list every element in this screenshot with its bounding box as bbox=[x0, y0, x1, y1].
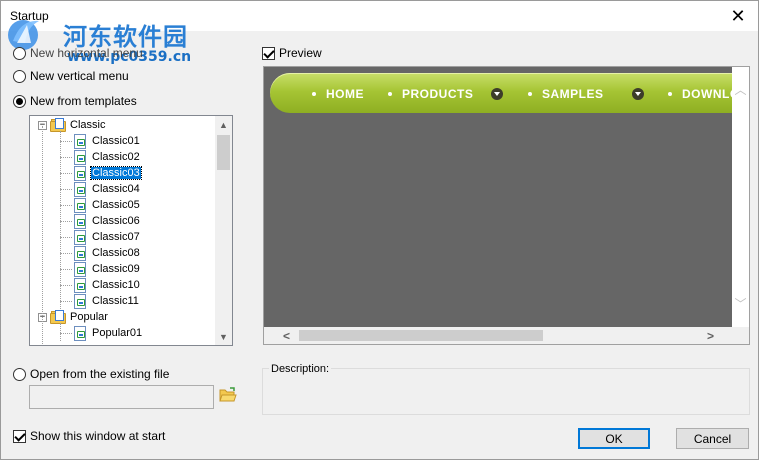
tree-item[interactable]: Classic09 bbox=[74, 261, 141, 277]
scroll-up-icon[interactable]: ︿ bbox=[732, 81, 749, 98]
scrollbar-corner bbox=[734, 327, 749, 344]
template-file-icon bbox=[74, 149, 86, 165]
preview-menu-label: DOWNLO bbox=[682, 87, 734, 101]
radio-open-existing-label: Open from the existing file bbox=[30, 367, 170, 381]
tree-item[interactable]: Classic06 bbox=[74, 213, 141, 229]
template-file-icon bbox=[74, 277, 86, 293]
tree-vertical-scrollbar[interactable]: ▲ ▼ bbox=[215, 116, 232, 345]
tree-item-label: Classic06 bbox=[92, 215, 140, 227]
show-window-label: Show this window at start bbox=[30, 429, 166, 443]
template-file-icon bbox=[74, 229, 86, 245]
preview-menu-label: PRODUCTS bbox=[402, 87, 474, 101]
radio-new-horizontal-label: New horizontal menu bbox=[30, 46, 143, 60]
radio-indicator[interactable] bbox=[13, 69, 26, 83]
tree-item[interactable]: Classic05 bbox=[74, 197, 141, 213]
template-file-icon bbox=[74, 197, 86, 213]
radio-indicator[interactable] bbox=[13, 46, 26, 60]
template-file-icon bbox=[74, 245, 86, 261]
template-file-icon bbox=[74, 165, 86, 181]
show-window-at-start[interactable]: Show this window at start bbox=[13, 428, 165, 444]
scrollbar-thumb[interactable] bbox=[217, 135, 230, 170]
chevron-down-icon bbox=[491, 88, 504, 100]
ok-button[interactable]: OK bbox=[578, 428, 650, 449]
tree-item[interactable]: Classic03 bbox=[74, 165, 142, 181]
tree-item-label: Classic05 bbox=[92, 199, 140, 211]
scroll-up-icon[interactable]: ▲ bbox=[215, 116, 232, 133]
scroll-down-icon[interactable]: ▼ bbox=[215, 328, 232, 345]
tree-item-label: Classic11 bbox=[92, 295, 139, 307]
description-label: Description: bbox=[269, 363, 332, 375]
tree-item-label: Classic02 bbox=[92, 151, 140, 163]
preview-menu-label: HOME bbox=[326, 87, 364, 101]
scroll-down-icon[interactable]: ﹀ bbox=[732, 295, 749, 312]
folder-icon bbox=[50, 310, 66, 324]
radio-new-vertical-label: New vertical menu bbox=[30, 69, 129, 83]
scroll-left-icon[interactable]: < bbox=[278, 327, 295, 344]
preview-menu-item-samples[interactable]: SAMPLES bbox=[528, 87, 644, 101]
preview-label: Preview bbox=[279, 46, 322, 60]
preview-horizontal-scrollbar[interactable]: < > bbox=[264, 327, 734, 344]
cancel-button[interactable]: Cancel bbox=[676, 428, 749, 449]
preview-toggle[interactable]: Preview bbox=[262, 45, 322, 61]
preview-canvas: HOME PRODUCTS SAMPLES DOWNLO bbox=[264, 67, 734, 327]
tree-item-label: Classic09 bbox=[92, 263, 140, 275]
tree-item-label: Classic01 bbox=[92, 135, 140, 147]
tree-group-label: Classic bbox=[70, 119, 106, 131]
radio-indicator[interactable] bbox=[13, 367, 26, 381]
radio-open-existing[interactable]: Open from the existing file bbox=[13, 366, 169, 382]
tree-group[interactable]: − Classic bbox=[38, 117, 106, 133]
tree-item[interactable]: Classic04 bbox=[74, 181, 141, 197]
radio-new-from-templates[interactable]: New from templates bbox=[13, 93, 137, 109]
tree-item[interactable]: Popular01 bbox=[74, 325, 143, 341]
template-file-icon bbox=[74, 213, 86, 229]
tree-item-label: Classic07 bbox=[92, 231, 140, 243]
radio-indicator[interactable] bbox=[13, 94, 26, 108]
preview-menu-item-products[interactable]: PRODUCTS bbox=[388, 87, 504, 101]
file-path-input[interactable] bbox=[29, 385, 214, 409]
template-tree[interactable]: − Classic Classic01 Classic02 Classic03 Class… bbox=[29, 115, 233, 346]
tree-item[interactable]: Classic02 bbox=[74, 149, 141, 165]
tree-item-label: Classic08 bbox=[92, 247, 140, 259]
bullet-icon bbox=[668, 92, 672, 96]
open-folder-icon[interactable] bbox=[219, 387, 237, 403]
startup-dialog: Startup ✕ 河东软件园 www.pc0359.cn New horizo… bbox=[0, 0, 759, 460]
preview-menu-bar: HOME PRODUCTS SAMPLES DOWNLO bbox=[270, 73, 734, 113]
description-box bbox=[262, 368, 750, 415]
radio-new-vertical[interactable]: New vertical menu bbox=[13, 68, 129, 84]
tree-item-label: Classic03 bbox=[90, 166, 142, 180]
template-file-icon bbox=[74, 325, 86, 341]
scrollbar-thumb[interactable] bbox=[299, 330, 543, 341]
bullet-icon bbox=[388, 92, 392, 96]
tree-group[interactable]: − Popular bbox=[38, 309, 109, 325]
preview-checkbox[interactable] bbox=[262, 46, 275, 60]
preview-pane: HOME PRODUCTS SAMPLES DOWNLO ︿ ﹀ < > bbox=[263, 66, 750, 345]
preview-menu-item-downloads[interactable]: DOWNLO bbox=[668, 87, 734, 101]
tree-group-label: Popular bbox=[70, 311, 108, 323]
template-file-icon bbox=[74, 133, 86, 149]
tree-item[interactable]: Classic08 bbox=[74, 245, 141, 261]
show-window-checkbox[interactable] bbox=[13, 429, 26, 443]
template-file-icon bbox=[74, 293, 86, 309]
bullet-icon bbox=[528, 92, 532, 96]
tree-item[interactable]: Classic11 bbox=[74, 293, 140, 309]
template-file-icon bbox=[74, 181, 86, 197]
tree-item-label: Classic04 bbox=[92, 183, 140, 195]
preview-menu-item-home[interactable]: HOME bbox=[312, 87, 364, 101]
template-file-icon bbox=[74, 261, 86, 277]
tree-item[interactable]: Classic10 bbox=[74, 277, 141, 293]
scroll-right-icon[interactable]: > bbox=[702, 327, 719, 344]
radio-new-from-templates-label: New from templates bbox=[30, 94, 137, 108]
folder-icon bbox=[50, 118, 66, 132]
radio-new-horizontal[interactable]: New horizontal menu bbox=[13, 45, 143, 61]
tree-item[interactable]: Classic01 bbox=[74, 133, 141, 149]
preview-menu-label: SAMPLES bbox=[542, 87, 604, 101]
preview-vertical-scrollbar[interactable]: ︿ ﹀ bbox=[732, 67, 749, 327]
tree-item-label: Popular01 bbox=[92, 327, 143, 339]
tree-item[interactable]: Classic07 bbox=[74, 229, 141, 245]
template-tree-content: − Classic Classic01 Classic02 Classic03 Class… bbox=[30, 116, 216, 345]
tree-item-label: Classic10 bbox=[92, 279, 140, 291]
bullet-icon bbox=[312, 92, 316, 96]
close-button[interactable]: ✕ bbox=[718, 1, 758, 31]
chevron-down-icon bbox=[631, 88, 644, 100]
